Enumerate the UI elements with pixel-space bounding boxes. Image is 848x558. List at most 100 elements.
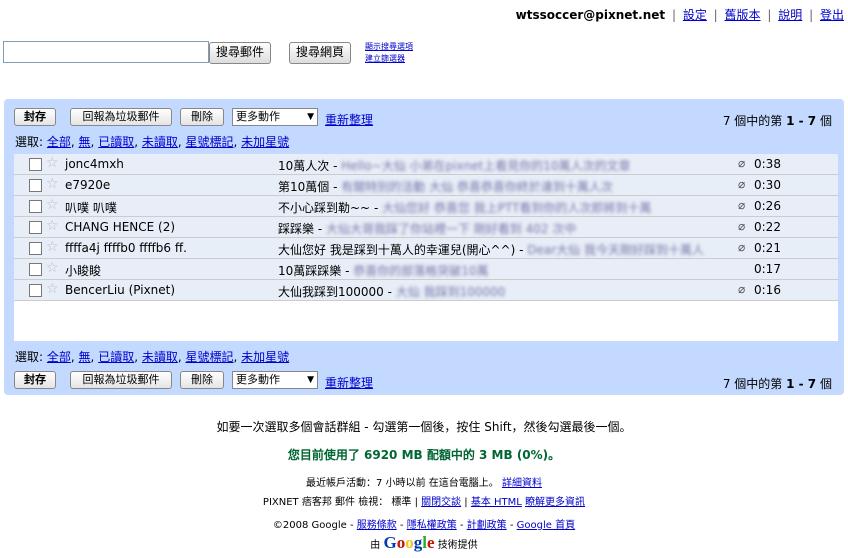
star-icon[interactable]: ☆ (46, 218, 59, 234)
select-starred[interactable]: 星號標記 (186, 350, 234, 364)
quota-usage: 您目前使用了 6920 MB 配額中的 3 MB (0%)。 (287, 448, 561, 462)
google-home-link[interactable]: Google 首頁 (517, 520, 575, 531)
refresh-link[interactable]: 重新整理 (325, 374, 373, 391)
time: 0:26 (754, 199, 781, 213)
time: 0:30 (754, 178, 781, 192)
view-standard: 標準 (391, 497, 412, 508)
row-checkbox[interactable] (29, 284, 42, 297)
message-row[interactable]: ☆ e7920e 第10萬個 - 有關特別的活動 大仙 恭喜恭喜你終於達到十萬人… (14, 175, 838, 196)
terms-link[interactable]: 服務條款 (357, 520, 397, 531)
select-all[interactable]: 全部 (47, 350, 71, 364)
subject: 10萬人次 (278, 159, 330, 173)
select-unread[interactable]: 未讀取 (142, 135, 178, 149)
star-icon[interactable]: ☆ (46, 197, 59, 213)
refresh-link[interactable]: 重新整理 (325, 111, 373, 128)
select-read[interactable]: 已讀取 (98, 350, 134, 364)
star-icon[interactable]: ☆ (46, 155, 59, 171)
sender: ffffa4j ffffb0 ffffb6 ff. (65, 241, 187, 255)
row-checkbox[interactable] (29, 242, 42, 255)
divider: | (767, 8, 772, 22)
delete-button[interactable]: 刪除 (180, 371, 224, 389)
details-link[interactable]: 詳細資料 (502, 478, 542, 489)
message-row[interactable]: ☆ ffffa4j ffffb0 ffffb6 ff. 大仙您好 我是踩到十萬人… (14, 238, 838, 259)
select-bar-bottom: 選取: 全部, 無, 已讀取, 未讀取, 星號標記, 未加星號 (15, 350, 290, 364)
select-bar: 選取: 全部, 無, 已讀取, 未讀取, 星號標記, 未加星號 (15, 135, 290, 149)
show-search-options-link[interactable]: 顯示搜尋選項 (365, 41, 413, 53)
search-mail-button[interactable]: 搜尋郵件 (209, 42, 272, 64)
sender: CHANG HENCE (2) (65, 220, 176, 234)
select-label: 選取: (15, 350, 44, 364)
time: 0:22 (754, 220, 781, 234)
subject: 踩踩樂 (278, 222, 315, 236)
paperclip-icon: ⌀ (738, 282, 746, 296)
select-starred[interactable]: 星號標記 (186, 135, 234, 149)
logo-e: e (426, 533, 435, 552)
report-spam-button[interactable]: 回報為垃圾郵件 (70, 108, 172, 126)
star-icon[interactable]: ☆ (46, 260, 59, 276)
subject: 大仙我踩到100000 (278, 285, 384, 299)
privacy-link[interactable]: 隱私權政策 (407, 520, 457, 531)
paperclip-icon: ⌀ (738, 240, 746, 254)
subject: 第10萬個 (278, 180, 330, 194)
archive-button[interactable]: 封存 (14, 371, 56, 389)
snippet: 大仙 我踩到100000 (395, 285, 506, 299)
subject-snippet: 大仙我踩到100000 - 大仙 我踩到100000 (278, 285, 506, 299)
settings-link[interactable]: 設定 (683, 8, 707, 22)
subject: 大仙您好 我是踩到十萬人的幸運兒(開心^^) (278, 243, 516, 257)
older-version-link[interactable]: 舊版本 (725, 8, 761, 22)
star-icon[interactable]: ☆ (46, 281, 59, 297)
snippet: 有關特別的活動 大仙 恭喜恭喜你終於達到十萬人次 (341, 180, 613, 194)
snippet: Dear大仙 我今天剛好踩到十萬人 (527, 243, 704, 257)
message-count: 7 個中的第 1 - 7 個 (723, 375, 832, 392)
row-checkbox[interactable] (29, 200, 42, 213)
basic-html-link[interactable]: 基本 HTML (471, 497, 522, 508)
select-none[interactable]: 無 (79, 135, 91, 149)
learn-more-link[interactable]: 瞭解更多資訊 (525, 497, 585, 508)
select-unstarred[interactable]: 未加星號 (241, 350, 289, 364)
count-suffix: 個 (816, 114, 832, 128)
paperclip-icon: ⌀ (738, 156, 746, 170)
report-spam-button[interactable]: 回報為垃圾郵件 (70, 371, 172, 389)
divider: | (671, 8, 676, 22)
more-actions-select[interactable]: 更多動作 ▼ (232, 371, 318, 389)
chat-off-link[interactable]: 關閉交談 (421, 497, 461, 508)
paperclip-icon: ⌀ (738, 198, 746, 212)
row-checkbox[interactable] (29, 221, 42, 234)
subject-snippet: 不小心踩到勒~~ - 大仙您好 恭喜您 我上PTT看到你的人次即將到十萬 (278, 201, 652, 215)
dropdown-arrow-icon: ▼ (307, 112, 314, 122)
message-row[interactable]: ☆ CHANG HENCE (2) 踩踩樂 - 大仙大哥我踩了你站裡一下 剛好看… (14, 217, 838, 238)
program-policy-link[interactable]: 計劃政策 (467, 520, 507, 531)
sign-out-link[interactable]: 登出 (820, 8, 844, 22)
subject: 10萬踩踩樂 (278, 264, 342, 278)
archive-button[interactable]: 封存 (14, 108, 56, 126)
delete-button[interactable]: 刪除 (180, 108, 224, 126)
search-input[interactable] (3, 41, 209, 63)
message-row[interactable]: ☆ jonc4mxh 10萬人次 - Hello~大仙 小弟在pixnet上看見… (14, 154, 838, 175)
search-web-button[interactable]: 搜尋網頁 (289, 42, 352, 64)
row-checkbox[interactable] (29, 158, 42, 171)
more-actions-label: 更多動作 (236, 110, 280, 123)
message-row[interactable]: ☆ 小睃睃 10萬踩踩樂 - 恭喜你的部落格突破10萬 0:17 (14, 259, 838, 280)
select-unstarred[interactable]: 未加星號 (241, 135, 289, 149)
row-checkbox[interactable] (29, 263, 42, 276)
select-label: 選取: (15, 135, 44, 149)
star-icon[interactable]: ☆ (46, 176, 59, 192)
star-icon[interactable]: ☆ (46, 239, 59, 255)
count-suffix: 個 (816, 377, 832, 391)
copyright-line: ©2008 Google - 服務條款 - 隱私權政策 - 計劃政策 - Goo… (272, 520, 576, 531)
row-checkbox[interactable] (29, 179, 42, 192)
message-row[interactable]: ☆ BencerLiu (Pixnet) 大仙我踩到100000 - 大仙 我踩… (14, 280, 838, 301)
select-none[interactable]: 無 (79, 350, 91, 364)
select-unread[interactable]: 未讀取 (142, 350, 178, 364)
select-read[interactable]: 已讀取 (98, 135, 134, 149)
subject-snippet: 第10萬個 - 有關特別的活動 大仙 恭喜恭喜你終於達到十萬人次 (278, 180, 613, 194)
account-email: wtssoccer@pixnet.net (515, 8, 666, 22)
divider: | (809, 8, 814, 22)
snippet: 大仙您好 恭喜您 我上PTT看到你的人次即將到十萬 (382, 201, 652, 215)
create-filter-link[interactable]: 建立篩選器 (365, 53, 413, 65)
logo-g: G (383, 533, 397, 552)
more-actions-select[interactable]: 更多動作 ▼ (232, 108, 318, 126)
select-all[interactable]: 全部 (47, 135, 71, 149)
help-link[interactable]: 說明 (778, 8, 802, 22)
message-row[interactable]: ☆ 叭噗 叭噗 不小心踩到勒~~ - 大仙您好 恭喜您 我上PTT看到你的人次即… (14, 196, 838, 217)
